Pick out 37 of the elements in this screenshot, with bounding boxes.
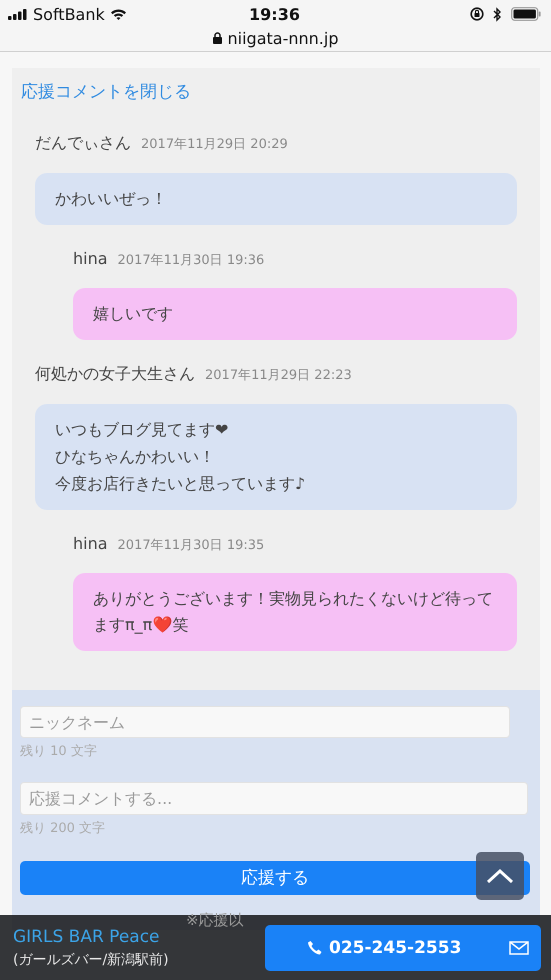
shop-category: (ガールズバー/新潟駅前): [13, 950, 169, 968]
shop-name-link[interactable]: GIRLS BAR Peace: [13, 926, 169, 946]
bluetooth-icon: [493, 6, 502, 22]
comment-date: 2017年11月29日 20:29: [141, 136, 288, 153]
rotation-lock-icon: [470, 7, 484, 21]
battery-icon: [511, 7, 541, 21]
char-counter: 残り 200 文字: [20, 820, 106, 837]
message-text: ありがとうございます！実物見られたくないけど待ってますπ_π❤笑: [93, 588, 494, 636]
message-text: 嬉しいです: [93, 303, 174, 325]
clock-time: 19:36: [249, 4, 300, 24]
author-name: hina: [73, 249, 108, 268]
nickname-field[interactable]: ニックネーム: [20, 706, 510, 738]
comment-date: 2017年11月30日 19:36: [118, 252, 264, 269]
message-text: かわいいぜっ！: [55, 188, 168, 210]
char-counter: 残り 10 文字: [20, 743, 98, 760]
scroll-top-button[interactable]: [476, 852, 524, 900]
mail-icon: [509, 940, 529, 954]
message-text: 今度お店行きたいと思っています♪: [55, 473, 306, 495]
author-name: だんでぃさん: [35, 133, 131, 154]
comment-date: 2017年11月29日 22:23: [205, 367, 352, 384]
note-text: ※応援以: [186, 910, 244, 930]
comment-field[interactable]: 応援コメントする...: [20, 782, 528, 815]
chevron-up-icon: [486, 868, 514, 884]
message-text: いつもブログ見てます❤: [55, 419, 230, 441]
signal-icon: [8, 8, 28, 20]
message-text: ひなちゃんかわいい！: [55, 446, 216, 468]
lock-icon: [212, 32, 222, 44]
author-name: 何処かの女子大生さん: [35, 364, 195, 385]
phone-icon: [307, 940, 323, 956]
close-comments-link[interactable]: 応援コメントを閉じる: [21, 80, 191, 103]
wifi-icon: [110, 8, 127, 20]
url-text: niigata-nnn.jp: [228, 28, 338, 48]
carrier-name: SoftBank: [33, 4, 105, 24]
comment-date: 2017年11月30日 19:35: [118, 537, 264, 554]
author-name: hina: [73, 534, 108, 553]
call-button[interactable]: 025-245-2553: [265, 924, 541, 970]
submit-button[interactable]: 応援する: [20, 860, 530, 895]
